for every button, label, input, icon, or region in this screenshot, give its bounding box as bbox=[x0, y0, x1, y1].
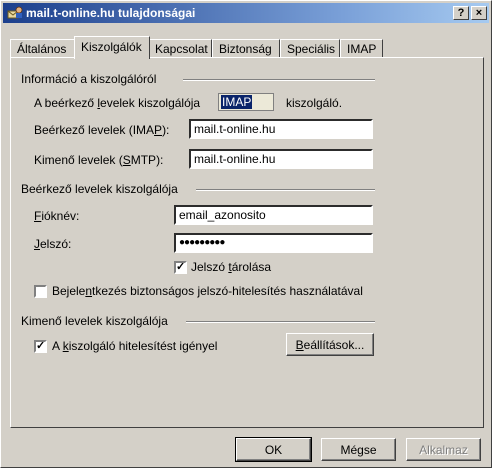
help-button[interactable]: ? bbox=[453, 6, 469, 20]
spa-label: Bejelentkezés biztonságos jelszó-hiteles… bbox=[52, 284, 363, 298]
remember-password-label: Jelszó tárolása bbox=[191, 260, 272, 274]
tab-servers[interactable]: Kiszolgálók bbox=[74, 36, 150, 59]
group-divider bbox=[183, 79, 375, 81]
incoming-group-title: Beérkező levelek kiszolgálója bbox=[21, 182, 178, 196]
imap-server-input[interactable]: mail.t-online.hu bbox=[189, 119, 373, 139]
tab-advanced[interactable]: Speciális bbox=[280, 39, 340, 58]
outgoing-group-title: Kimenő levelek kiszolgálója bbox=[21, 314, 168, 328]
tab-general[interactable]: Általános bbox=[10, 39, 76, 58]
remember-password-checkbox[interactable]: ✓ bbox=[174, 261, 187, 274]
ok-button[interactable]: OK bbox=[235, 437, 312, 462]
smtp-server-input[interactable]: mail.t-online.hu bbox=[189, 149, 373, 169]
spa-checkbox[interactable] bbox=[34, 285, 47, 298]
account-name-label: Fióknév: bbox=[34, 209, 80, 223]
properties-dialog: mail.t-online.hu tulajdonságai ? × Által… bbox=[0, 0, 492, 468]
imap-server-label: Beérkező levelek (IMAP): bbox=[34, 123, 170, 137]
tab-security[interactable]: Biztonság bbox=[212, 39, 280, 58]
settings-button[interactable]: Beállítások... bbox=[286, 333, 374, 356]
server-info-group-title: Információ a kiszolgálóról bbox=[21, 72, 157, 86]
mail-account-icon bbox=[7, 6, 23, 20]
incoming-type-label: A beérkező levelek kiszolgálója bbox=[34, 96, 201, 110]
apply-button[interactable]: Alkalmaz bbox=[406, 438, 481, 461]
window-title: mail.t-online.hu tulajdonságai bbox=[26, 6, 196, 20]
servers-panel: Információ a kiszolgálóról A beérkező le… bbox=[10, 57, 484, 428]
tab-connection[interactable]: Kapcsolat bbox=[148, 39, 212, 58]
password-input[interactable]: ●●●●●●●●● bbox=[174, 233, 373, 253]
password-label: Jelszó: bbox=[34, 237, 72, 251]
auth-required-label: A kiszolgáló hitelesítést igényel bbox=[52, 339, 218, 353]
title-bar[interactable]: mail.t-online.hu tulajdonságai ? × bbox=[3, 3, 489, 23]
smtp-server-label: Kimenő levelek (SMTP): bbox=[34, 153, 164, 167]
group-divider bbox=[186, 321, 375, 323]
tab-imap[interactable]: IMAP bbox=[340, 39, 383, 58]
close-button[interactable]: × bbox=[471, 6, 487, 20]
cancel-button[interactable]: Mégse bbox=[321, 438, 396, 461]
account-name-input[interactable]: email_azonosito bbox=[174, 205, 373, 225]
incoming-server-type: IMAP bbox=[218, 93, 274, 111]
auth-required-checkbox[interactable]: ✓ bbox=[34, 340, 47, 353]
group-divider bbox=[196, 189, 375, 191]
server-suffix-label: kiszolgáló. bbox=[286, 96, 343, 110]
